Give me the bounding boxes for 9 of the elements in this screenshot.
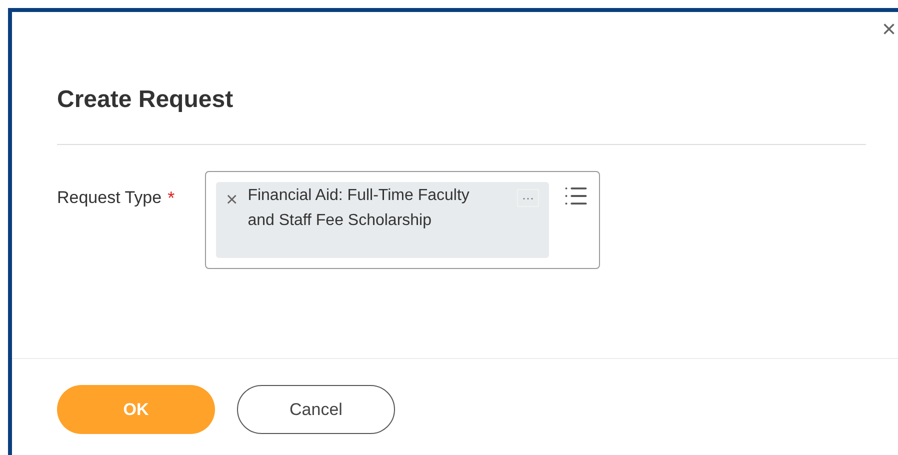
required-mark: * [168,187,175,210]
remove-button[interactable]: × [226,190,238,210]
more-button[interactable]: ··· [517,189,539,207]
dialog-title: Create Request [57,85,234,115]
cancel-button[interactable]: Cancel [237,385,395,434]
request-type-field[interactable]: × Financial Aid: Full-Time Faculty and Staff Fee Scholarship ··· [205,171,600,269]
chip-text: Financial Aid: Full-Time Faculty and Staff Fee Scholarship [248,186,470,231]
field-label: Request Type [57,187,162,209]
close-button[interactable]: × [882,18,896,42]
